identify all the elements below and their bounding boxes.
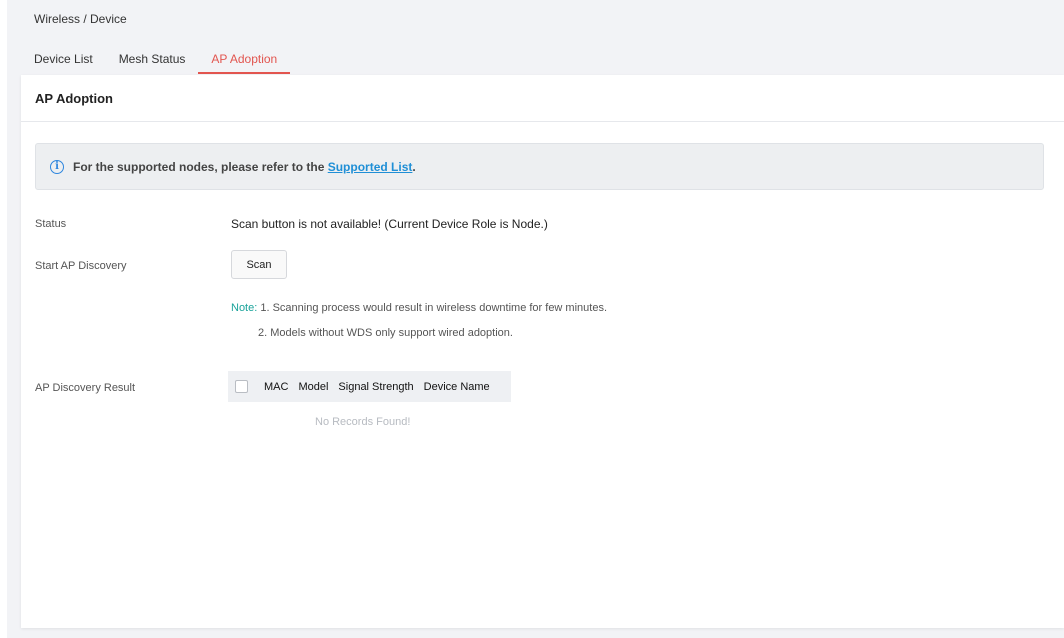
note-line-2: 2. Models without WDS only support wired… <box>258 327 513 339</box>
supported-list-link[interactable]: Supported List <box>328 160 413 174</box>
note-line-1: Note: 1. Scanning process would result i… <box>231 296 607 321</box>
info-circle-icon: i <box>50 159 64 174</box>
scan-button[interactable]: Scan <box>231 250 287 279</box>
panel-header: AP Adoption <box>21 75 1064 122</box>
no-records-message: No Records Found! <box>315 416 411 428</box>
info-message: For the supported nodes, please refer to… <box>73 159 328 174</box>
status-value: Scan button is not available! (Current D… <box>231 217 548 231</box>
tab-device-list[interactable]: Device List <box>34 50 106 74</box>
status-label: Status <box>35 218 67 230</box>
note-label: Note: <box>231 302 258 314</box>
start-ap-discovery-label: Start AP Discovery <box>35 260 127 272</box>
ap-discovery-result-label: AP Discovery Result <box>35 382 136 394</box>
panel-title: AP Adoption <box>35 90 113 106</box>
breadcrumb: Wireless / Device <box>34 12 127 26</box>
column-header-mac[interactable]: MAC <box>264 381 288 393</box>
info-suffix: . <box>412 159 416 174</box>
discovery-result-table-header: MAC Model Signal Strength Device Name <box>228 371 511 402</box>
scan-note: Note: 1. Scanning process would result i… <box>231 296 607 346</box>
tab-bar: Device List Mesh Status AP Adoption <box>34 50 291 74</box>
note-text-1: 1. Scanning process would result in wire… <box>257 302 608 314</box>
column-header-signal-strength[interactable]: Signal Strength <box>338 381 413 393</box>
column-header-model[interactable]: Model <box>298 381 328 393</box>
info-banner: i For the supported nodes, please refer … <box>35 143 1044 190</box>
tab-ap-adoption[interactable]: AP Adoption <box>198 50 291 74</box>
select-all-checkbox[interactable] <box>235 380 248 393</box>
ap-adoption-panel: AP Adoption i For the supported nodes, p… <box>21 75 1064 628</box>
tab-mesh-status[interactable]: Mesh Status <box>106 50 199 74</box>
info-text: For the supported nodes, please refer to… <box>73 160 416 174</box>
left-edge <box>0 0 7 638</box>
column-header-device-name[interactable]: Device Name <box>424 381 490 393</box>
